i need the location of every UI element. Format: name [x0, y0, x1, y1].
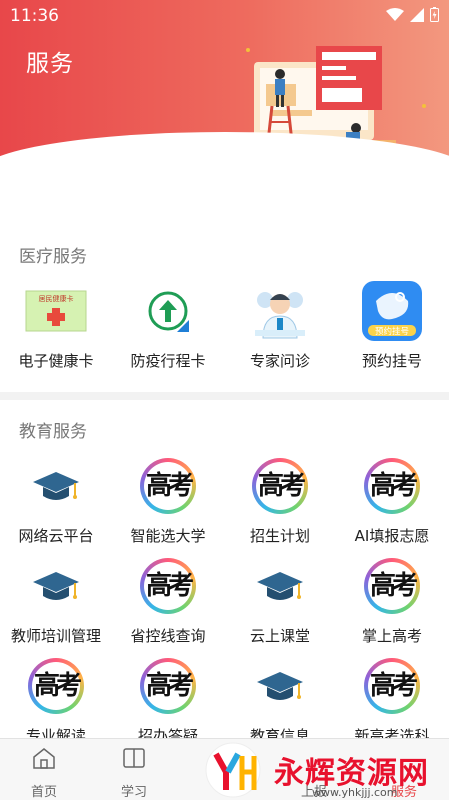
- graduation-cap-icon: [249, 555, 311, 617]
- gaokao-logo-icon: 高考: [25, 655, 87, 717]
- tile-label: 云上课堂: [249, 627, 310, 645]
- appointment-icon: 预约挂号: [361, 280, 423, 342]
- tile-5[interactable]: 教师培训管理: [0, 555, 112, 646]
- gaokao-logo-icon: 高考: [137, 655, 199, 717]
- tile-label: 掌上高考: [361, 627, 422, 645]
- gaokao-logo-text: 高考: [145, 671, 194, 701]
- tile-3[interactable]: 高考 招生计划: [224, 455, 336, 546]
- watermark: 永辉资源网 www.yhkjjj.com: [196, 740, 449, 800]
- gaokao-logo-text: 高考: [369, 671, 418, 701]
- gaokao-logo-icon: 高考: [361, 655, 423, 717]
- tile-9[interactable]: 高考 专业解读: [0, 655, 112, 746]
- tile-label: 预约挂号: [361, 352, 422, 370]
- gaokao-logo-icon: 高考: [249, 455, 311, 517]
- doctor-consult-icon: [249, 280, 311, 342]
- tile-4[interactable]: 高考 AI填报志愿: [336, 455, 448, 546]
- status-time: 11:36: [10, 6, 59, 26]
- appointment-badge: 预约挂号: [375, 326, 409, 337]
- tile-label: 专家问诊: [249, 352, 310, 370]
- section-divider: [0, 392, 449, 400]
- gaokao-logo-icon: 高考: [361, 455, 423, 517]
- tile-label: 电子健康卡: [18, 352, 94, 370]
- tab-label: 首页: [30, 785, 57, 800]
- gaokao-logo-text: 高考: [33, 671, 82, 701]
- graduation-cap-icon: [249, 655, 311, 717]
- tile-doctor-consult[interactable]: 专家问诊: [224, 280, 336, 371]
- gaokao-logo-icon: 高考: [361, 555, 423, 617]
- section-title-medical: 医疗服务: [19, 247, 87, 267]
- tile-6[interactable]: 高考 省控线查询: [112, 555, 224, 646]
- header: 11:36 服务: [0, 0, 449, 170]
- tile-label: 智能选大学: [130, 527, 206, 545]
- gaokao-logo-text: 高考: [145, 471, 194, 501]
- tile-11[interactable]: 教育信息: [224, 655, 336, 746]
- signal-icon: [410, 7, 424, 22]
- tile-label: 防疫行程卡: [130, 352, 206, 370]
- gaokao-logo-text: 高考: [257, 471, 306, 501]
- graduation-cap-icon: [25, 455, 87, 517]
- tile-label: 省控线查询: [130, 627, 206, 645]
- tile-label: 教师培训管理: [10, 627, 101, 645]
- tile-1[interactable]: 网络云平台: [0, 455, 112, 546]
- graduation-cap-icon: [25, 555, 87, 617]
- watermark-url: www.yhkjjj.com: [312, 786, 398, 799]
- page-title: 服务: [26, 51, 74, 77]
- book-icon: [99, 745, 169, 771]
- tile-health-card[interactable]: 居民健康卡 电子健康卡: [0, 280, 112, 371]
- gaokao-logo-text: 高考: [369, 471, 418, 501]
- tab-study[interactable]: 学习: [99, 745, 169, 800]
- gaokao-logo-icon: 高考: [137, 555, 199, 617]
- watermark-logo: [205, 742, 261, 798]
- gaokao-logo-text: 高考: [145, 571, 194, 601]
- status-bar: 11:36: [0, 0, 449, 32]
- status-icons: [386, 7, 439, 22]
- wifi-icon: [386, 7, 404, 21]
- gaokao-logo-icon: 高考: [137, 455, 199, 517]
- gaokao-logo-text: 高考: [369, 571, 418, 601]
- tile-label: AI填报志愿: [354, 527, 430, 545]
- tile-2[interactable]: 高考 智能选大学: [112, 455, 224, 546]
- tile-10[interactable]: 高考 招办答疑: [112, 655, 224, 746]
- home-icon: [9, 745, 79, 771]
- tab-home[interactable]: 首页: [9, 745, 79, 800]
- trip-card-icon: [137, 280, 199, 342]
- tile-label: 招生计划: [249, 527, 310, 545]
- battery-icon: [430, 7, 439, 22]
- health-card-text: 居民健康卡: [39, 294, 74, 303]
- section-title-education: 教育服务: [19, 422, 87, 442]
- tile-8[interactable]: 高考 掌上高考: [336, 555, 448, 646]
- tile-12[interactable]: 高考 新高考选科: [336, 655, 448, 746]
- tab-label: 学习: [120, 785, 147, 800]
- tile-label: 网络云平台: [18, 527, 94, 545]
- tile-7[interactable]: 云上课堂: [224, 555, 336, 646]
- tile-trip-card[interactable]: 防疫行程卡: [112, 280, 224, 371]
- tile-appointment[interactable]: 预约挂号 预约挂号: [336, 280, 448, 371]
- health-card-icon: 居民健康卡: [25, 280, 87, 342]
